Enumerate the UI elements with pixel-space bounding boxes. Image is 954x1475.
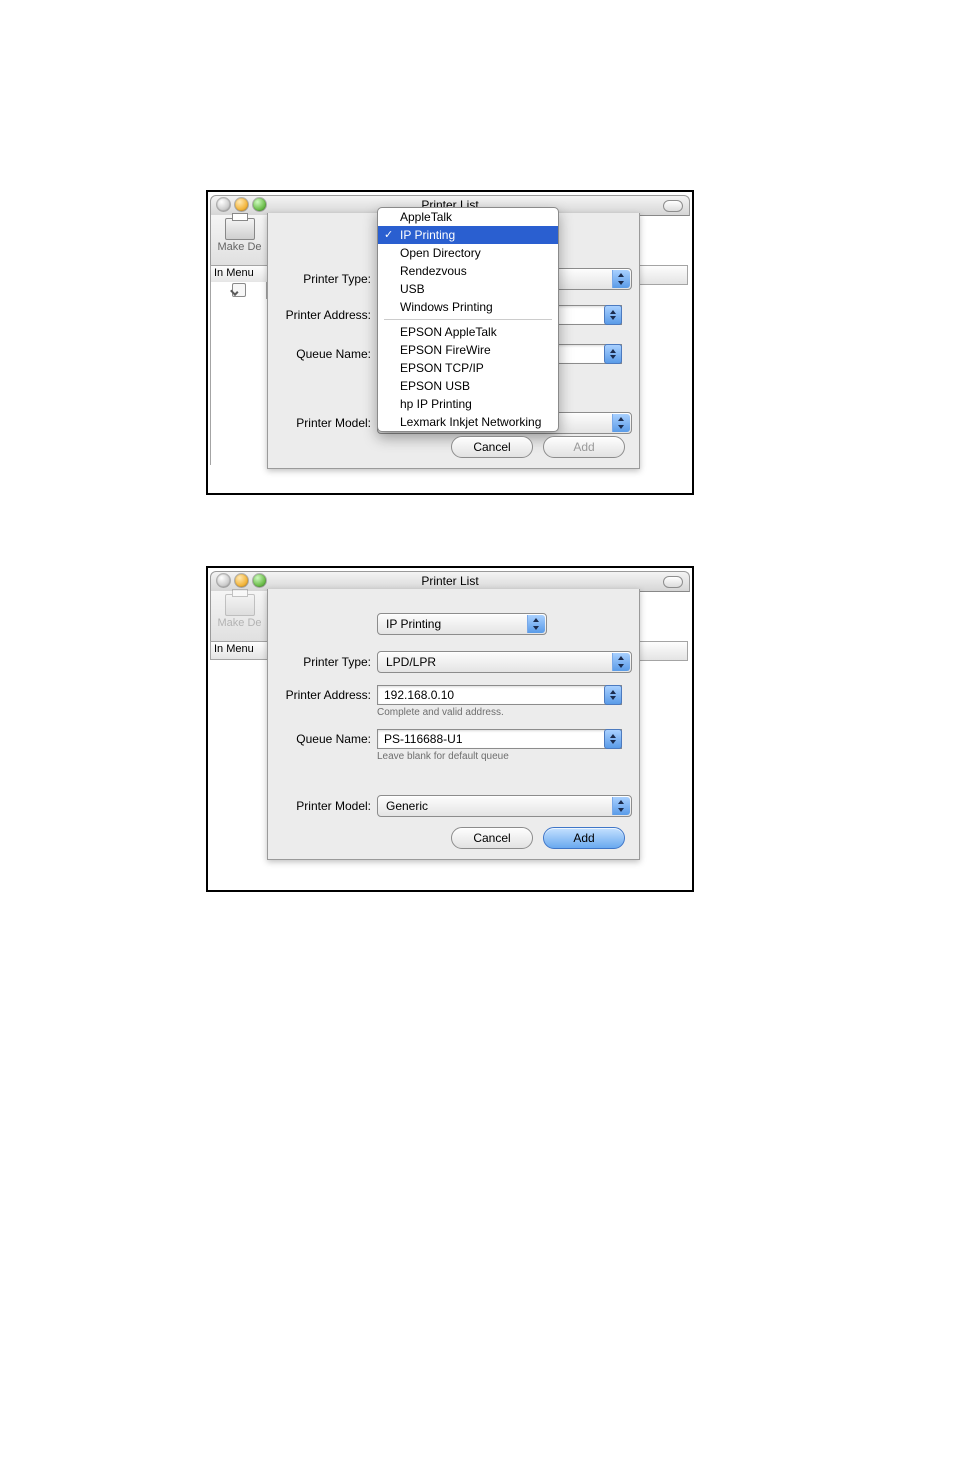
menu-item[interactable]: hp IP Printing (378, 395, 558, 413)
label-queue-name: Queue Name: (268, 732, 377, 746)
make-default-icon (225, 594, 255, 616)
cancel-button[interactable]: Cancel (451, 436, 533, 458)
row-printer-model: Printer Model: Generic (268, 795, 639, 817)
add-printer-sheet: Printer Type: Printer Address: Queue Nam… (267, 213, 640, 469)
menu-item[interactable]: Windows Printing (378, 298, 558, 316)
label-printer-model: Printer Model: (268, 799, 377, 813)
popup-arrows-icon (527, 615, 545, 633)
add-button[interactable]: Add (543, 827, 625, 849)
popup-arrows-icon (612, 270, 630, 288)
menu-item[interactable]: Rendezvous (378, 262, 558, 280)
printer-type-value: LPD/LPR (386, 655, 436, 669)
row-printer-type: Printer Type: LPD/LPR (268, 651, 639, 673)
toolbar-toggle-icon[interactable] (663, 576, 683, 588)
connection-popup[interactable]: IP Printing (377, 613, 547, 635)
combo-arrows-icon (604, 729, 622, 749)
menu-item[interactable]: EPSON TCP/IP (378, 359, 558, 377)
row-connection: IP Printing (268, 613, 639, 635)
printer-address-field[interactable] (377, 685, 622, 705)
connection-menu: AppleTalkIP PrintingOpen DirectoryRendez… (377, 207, 559, 432)
printer-model-popup[interactable]: Generic (377, 795, 632, 817)
button-row: Cancel Add (451, 827, 625, 849)
toolbar-toggle-icon[interactable] (663, 200, 683, 212)
toolbar: Make De (210, 591, 268, 642)
column-header-right[interactable] (639, 265, 688, 285)
popup-arrows-icon (612, 653, 630, 671)
combo-arrows-icon (604, 305, 622, 325)
label-printer-model: Printer Model: (268, 416, 377, 430)
toolbar: Make De (210, 215, 268, 266)
menu-item[interactable]: AppleTalk (378, 208, 558, 226)
window: Printer List Make De In Menu Printer Typ… (210, 195, 690, 465)
window: Printer List Make De In Menu IP Printing… (210, 571, 690, 871)
printer-model-value: Generic (386, 799, 428, 813)
menu-item[interactable]: EPSON FireWire (378, 341, 558, 359)
label-printer-address: Printer Address: (268, 308, 377, 322)
menu-separator (384, 319, 552, 320)
add-printer-sheet: IP Printing Printer Type: LPD/LPR Printe… (267, 589, 640, 860)
address-hint: Complete and valid address. (377, 707, 504, 718)
button-row: Cancel Add (451, 436, 625, 458)
label-printer-address: Printer Address: (268, 688, 377, 702)
column-header-right[interactable] (639, 641, 688, 661)
in-menu-checkbox[interactable] (232, 283, 246, 297)
label-printer-type: Printer Type: (268, 272, 377, 286)
menu-item[interactable]: EPSON USB (378, 377, 558, 395)
menu-item[interactable]: IP Printing (378, 226, 558, 244)
screenshot-2: Printer List Make De In Menu IP Printing… (206, 566, 694, 892)
combo-arrows-icon (604, 685, 622, 705)
queue-name-input[interactable] (377, 729, 622, 749)
label-queue-name: Queue Name: (268, 347, 377, 361)
row-printer-address: Printer Address: (268, 685, 639, 705)
make-default-icon[interactable] (225, 218, 255, 240)
toolbar-caption: Make De (211, 617, 268, 629)
connection-value: IP Printing (386, 617, 441, 631)
add-button[interactable]: Add (543, 436, 625, 458)
menu-item[interactable]: USB (378, 280, 558, 298)
column-header-in-menu[interactable]: In Menu (210, 641, 270, 660)
popup-arrows-icon (612, 414, 630, 432)
in-menu-checkbox-cell (210, 282, 267, 300)
combo-arrows-icon (604, 344, 622, 364)
row-queue-name: Queue Name: (268, 729, 639, 749)
menu-item[interactable]: Lexmark Inkjet Networking (378, 413, 558, 431)
popup-arrows-icon (612, 797, 630, 815)
window-title: Printer List (211, 574, 689, 588)
printer-type-popup[interactable]: LPD/LPR (377, 651, 632, 673)
toolbar-caption: Make De (211, 241, 268, 253)
label-printer-type: Printer Type: (268, 655, 377, 669)
printer-address-input[interactable] (377, 685, 622, 705)
screenshot-1: Printer List Make De In Menu Printer Typ… (206, 190, 694, 495)
list-body (210, 299, 268, 465)
queue-hint: Leave blank for default queue (377, 751, 509, 762)
cancel-button[interactable]: Cancel (451, 827, 533, 849)
queue-name-field[interactable] (377, 729, 622, 749)
menu-item[interactable]: Open Directory (378, 244, 558, 262)
menu-item[interactable]: EPSON AppleTalk (378, 323, 558, 341)
